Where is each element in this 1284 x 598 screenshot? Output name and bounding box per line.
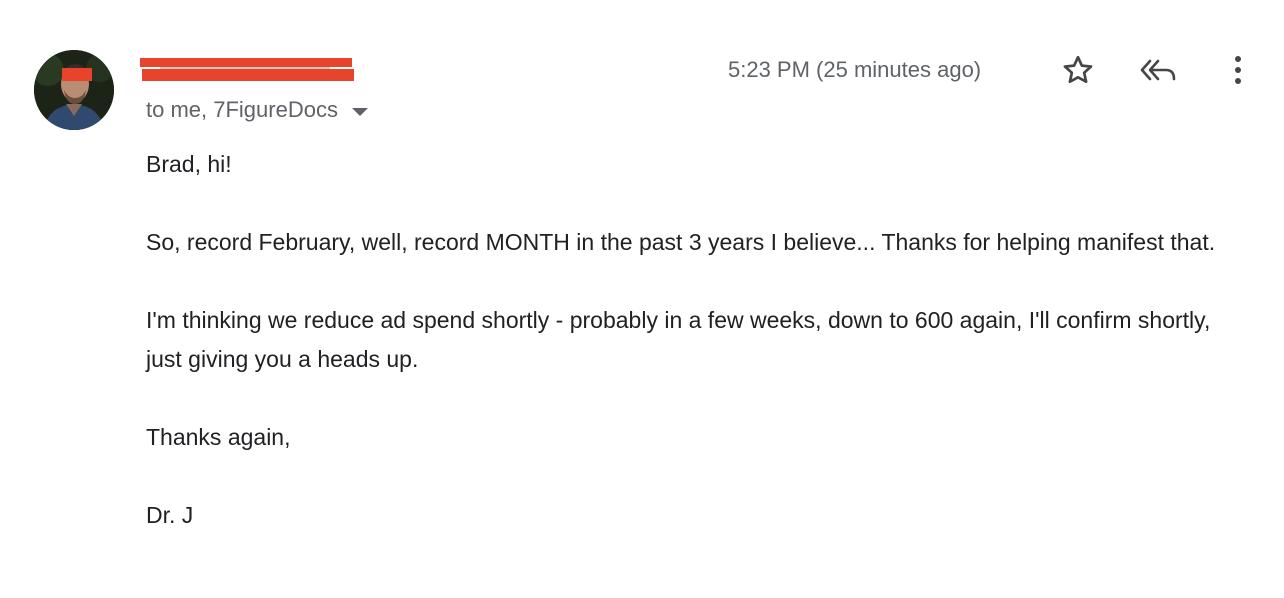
closing: Thanks again, (146, 424, 291, 450)
caret-down-icon[interactable] (351, 107, 368, 116)
avatar-redaction (62, 68, 92, 81)
body-paragraph-1: So, record February, well, record MONTH … (146, 229, 1216, 255)
signature: Dr. J (146, 502, 194, 528)
recipients-text: to me, 7FigureDocs (146, 97, 338, 122)
recipients-dropdown[interactable]: to me, 7FigureDocs (146, 96, 368, 124)
greeting: Brad, hi! (146, 151, 232, 177)
timestamp: 5:23 PM (25 minutes ago) (728, 57, 982, 82)
message-body: Brad, hi! So, record February, well, rec… (146, 145, 1226, 535)
sender-name-redacted (140, 56, 354, 82)
sender-avatar[interactable] (34, 50, 114, 130)
body-paragraph-2: I'm thinking we reduce ad spend shortly … (146, 307, 1211, 372)
reply-all-icon[interactable] (1138, 52, 1178, 88)
more-vertical-icon[interactable] (1220, 52, 1256, 88)
star-icon[interactable] (1060, 52, 1096, 88)
